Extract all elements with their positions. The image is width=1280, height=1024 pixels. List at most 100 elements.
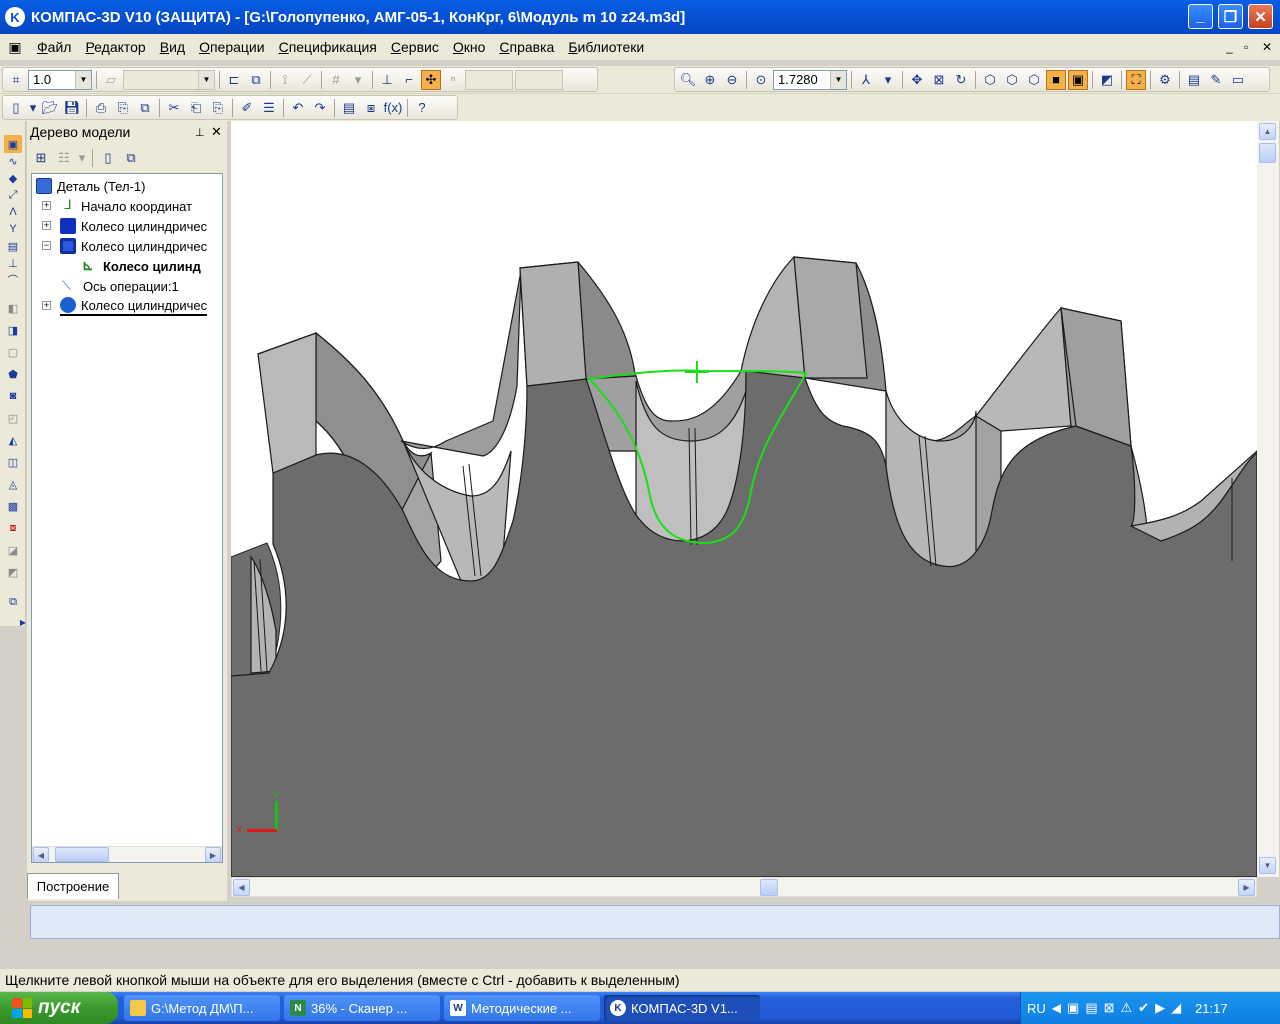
chevron-down-icon[interactable]: ▼	[75, 70, 91, 89]
expand-icon[interactable]: +	[42, 201, 51, 210]
copy-icon[interactable]: ⎗	[186, 98, 206, 118]
specification-icon[interactable]: ▤	[4, 237, 22, 255]
tree-node-part[interactable]: Деталь (Тел-1)	[36, 176, 145, 196]
fillet-icon[interactable]: ◭	[4, 431, 22, 449]
ortho-icon[interactable]: ⌐	[399, 70, 419, 90]
tree-node-extrude[interactable]: Колесо цилиндричес	[60, 216, 207, 236]
auxiliary-geometry-icon[interactable]: ⤢	[4, 186, 22, 204]
grid-snap-icon[interactable]: ⌗	[6, 70, 26, 90]
tree-node-origin[interactable]: ⅃ Начало координат	[60, 196, 192, 216]
model-viewport[interactable]: Y X	[231, 121, 1257, 877]
cut-extrude-icon[interactable]: ◙	[4, 387, 22, 405]
expand-icon[interactable]: +	[42, 221, 51, 230]
minimize-button[interactable]: _	[1188, 4, 1213, 29]
diagnostics-icon[interactable]: Ʌ	[4, 203, 22, 221]
taskbar-item-kompas[interactable]: K КОМПАС-3D V1...	[604, 995, 760, 1021]
warning-icon[interactable]: ⚠	[1121, 1000, 1133, 1016]
viewport-hscrollbar[interactable]: ◀ ▶	[231, 877, 1257, 897]
array-icon[interactable]: ⧇	[4, 519, 22, 537]
cut-rotate-icon[interactable]: ◰	[4, 409, 22, 427]
menu-service[interactable]: Сервис	[384, 39, 446, 55]
surfaces-icon[interactable]: ◆	[4, 169, 22, 187]
save-icon[interactable]: 💾︎	[62, 98, 82, 118]
shaded-icon[interactable]: ■	[1046, 69, 1066, 90]
tree-node-sketch[interactable]: ⊾ Колесо цилинд	[82, 256, 201, 276]
snap-icon[interactable]: ✣	[421, 69, 441, 90]
taskbar-item-word[interactable]: W Методические ...	[444, 995, 600, 1021]
spatial-curves-icon[interactable]: ∿	[4, 152, 22, 170]
plane-combo[interactable]: ▼	[123, 69, 215, 90]
grid-icon[interactable]: #	[326, 70, 346, 90]
rotate-icon[interactable]: ↻	[951, 70, 971, 90]
scroll-right-icon[interactable]: ▶	[205, 847, 221, 862]
rotate-op-icon[interactable]: ◨	[4, 321, 22, 339]
network-icon[interactable]: ▣	[1067, 1000, 1079, 1016]
rib-icon[interactable]: ◬	[4, 475, 22, 493]
edit-icon[interactable]: ✎	[1206, 70, 1226, 90]
print-preview-icon[interactable]: ⎘	[113, 98, 133, 118]
chevron-down-icon[interactable]: ▾	[28, 98, 38, 118]
tree-node-array[interactable]: Колесо цилиндричес	[60, 296, 208, 316]
print-icon[interactable]: ⎙	[91, 98, 111, 118]
sketch-icon[interactable]: ⊏	[224, 70, 244, 90]
thin-hidden-icon[interactable]: ⬡	[1024, 70, 1044, 90]
tree-node-cut[interactable]: Колесо цилиндричес	[60, 236, 207, 256]
manager-icon[interactable]: ▤	[339, 98, 359, 118]
tray-back-icon[interactable]: ◀	[1052, 1001, 1061, 1015]
menu-view[interactable]: Вид	[153, 39, 192, 55]
viewport-vscrollbar[interactable]: ▲ ▼	[1257, 121, 1279, 877]
scroll-right-icon[interactable]: ▶	[1238, 879, 1255, 896]
zoom-in-icon[interactable]: ⊕	[700, 70, 720, 90]
pan-icon[interactable]: ✥	[907, 70, 927, 90]
paste-icon[interactable]: ⎘	[208, 98, 228, 118]
tree-copy-icon[interactable]: ⧉	[121, 148, 141, 168]
display-icon[interactable]: ▤	[1085, 1000, 1097, 1016]
taskbar-item-folder[interactable]: G:\Метод ДМ\П...	[124, 995, 280, 1021]
chevron-down-icon[interactable]: ▼	[830, 70, 846, 89]
local-cs-icon[interactable]: ⊥	[377, 70, 397, 90]
menu-window[interactable]: Окно	[446, 39, 493, 55]
x-coordinate-field[interactable]	[465, 69, 513, 90]
tree-hscrollbar[interactable]: ◀ ▶	[32, 846, 222, 862]
list-icon[interactable]: ☰	[259, 98, 279, 118]
filter-icon[interactable]: ⛶	[1126, 69, 1146, 90]
chevron-down-icon[interactable]: ▼	[198, 70, 214, 89]
perspective-icon[interactable]: ◩	[1097, 70, 1117, 90]
expand-icon[interactable]: +	[42, 301, 51, 310]
filter-objects-icon[interactable]: Y	[4, 220, 22, 238]
start-button[interactable]: пуск	[0, 992, 118, 1024]
tree-node-axis[interactable]: ⟍ Ось операции:1	[62, 276, 179, 296]
chevron-down-icon[interactable]: ▾	[77, 148, 87, 168]
close-icon[interactable]: ✕	[211, 124, 222, 140]
redo-icon[interactable]: ↷	[310, 98, 330, 118]
screen-icon[interactable]: ▭	[1228, 70, 1248, 90]
shell-icon[interactable]: ▩	[4, 497, 22, 515]
collapse-icon[interactable]: −	[42, 241, 51, 250]
network-error-icon[interactable]: ⊠	[1104, 1000, 1115, 1016]
fit-all-icon[interactable]: ⊠	[929, 70, 949, 90]
media-player-icon[interactable]: ▶	[1155, 1000, 1165, 1016]
loft-icon[interactable]: ⬟	[4, 365, 22, 383]
hidden-lines-icon[interactable]: ⬡	[1002, 70, 1022, 90]
taskbar-item-scanner[interactable]: N 36% - Сканер ...	[284, 995, 440, 1021]
kinematic-icon[interactable]: ▢	[4, 343, 22, 361]
measure-icon[interactable]: ⟋	[297, 70, 317, 90]
sheet-metal-icon[interactable]: ⌒	[4, 271, 22, 289]
language-indicator[interactable]: RU	[1027, 1001, 1046, 1016]
security-icon[interactable]: ✔	[1138, 1000, 1149, 1016]
tree-structure-icon[interactable]: ⊞	[31, 148, 51, 168]
help-icon[interactable]: ?	[412, 98, 432, 118]
tree-view-icon[interactable]: ☷	[54, 148, 74, 168]
speaker-icon[interactable]: ◢	[1171, 1000, 1181, 1016]
function-icon[interactable]: f(x)	[383, 98, 403, 118]
open-folder-icon[interactable]: 📂︎	[40, 98, 60, 118]
chamfer-icon[interactable]: ◫	[4, 453, 22, 471]
scroll-up-icon[interactable]: ▲	[1259, 123, 1276, 140]
shaded-edges-icon[interactable]: ▣	[1068, 69, 1088, 90]
menu-operations[interactable]: Операции	[192, 39, 272, 55]
menu-libraries[interactable]: Библиотеки	[561, 39, 651, 55]
mirror-icon[interactable]: ◪	[4, 541, 22, 559]
scroll-left-icon[interactable]: ◀	[233, 879, 250, 896]
maximize-button[interactable]: ❐	[1218, 4, 1243, 29]
scroll-left-icon[interactable]: ◀	[33, 847, 49, 862]
